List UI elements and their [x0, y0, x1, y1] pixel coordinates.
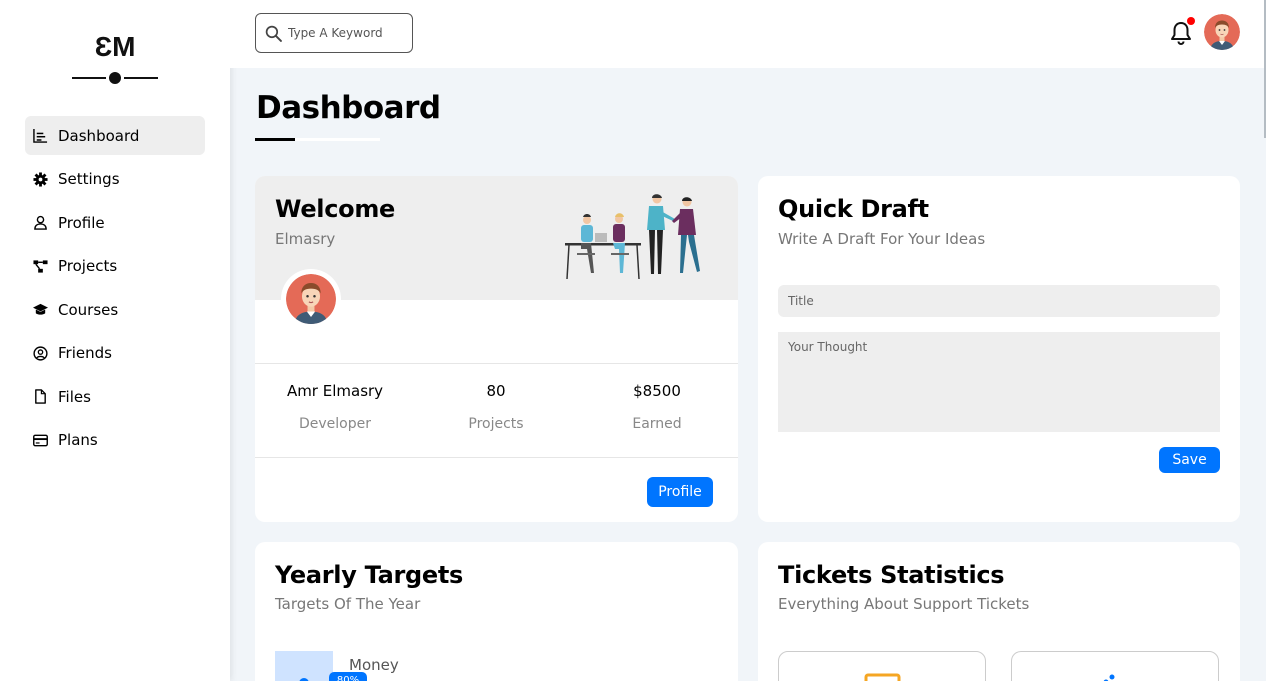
- tickets-subtitle: Everything About Support Tickets: [778, 595, 1030, 613]
- sidebar-item-plans[interactable]: Plans: [25, 421, 205, 460]
- sidebar-item-courses[interactable]: Courses: [25, 290, 205, 329]
- sidebar-item-label: Dashboard: [58, 126, 140, 145]
- file-icon: [32, 389, 48, 405]
- tickets-statistics-card: Tickets Statistics Everything About Supp…: [758, 542, 1240, 681]
- search-icon: [265, 25, 282, 42]
- user-avatar[interactable]: [1204, 14, 1240, 50]
- user-icon: [32, 215, 48, 231]
- welcome-subtitle: Elmasry: [275, 230, 336, 248]
- sidebar-item-label: Projects: [58, 257, 118, 275]
- notification-dot: [1187, 17, 1195, 25]
- spinner-icon: [1103, 674, 1115, 681]
- divider: [255, 363, 738, 364]
- sidebar-item-label: Friends: [58, 344, 112, 362]
- yearly-targets-title: Yearly Targets: [275, 561, 464, 589]
- sidebar-item-settings[interactable]: Settings: [25, 160, 205, 199]
- team-illustration: [565, 194, 700, 280]
- sidebar-item-profile[interactable]: Profile: [25, 203, 205, 242]
- divider: [255, 457, 738, 458]
- sidebar-item-label: Plans: [58, 431, 98, 449]
- svg-text:ƐM: ƐM: [95, 31, 136, 62]
- stat-value: Amr Elmasry: [286, 382, 384, 400]
- chart-icon: [32, 128, 48, 144]
- sidebar-nav: Dashboard Settings Profile Projects Cour…: [25, 116, 205, 464]
- sidebar: ƐM Dashboard Settings Profile Projects C…: [0, 0, 230, 681]
- quick-draft-card: Quick Draft Write A Draft For Your Ideas…: [758, 176, 1240, 522]
- draft-title-input[interactable]: [778, 285, 1220, 317]
- save-button[interactable]: Save: [1159, 447, 1220, 473]
- money-icon-box: [275, 651, 333, 681]
- user-circle-icon: [32, 345, 48, 361]
- sidebar-item-friends[interactable]: Friends: [25, 334, 205, 373]
- sidebar-item-projects[interactable]: Projects: [25, 247, 205, 286]
- stat-value: $8500: [633, 382, 681, 400]
- ticket-stat-box: [778, 651, 986, 681]
- draft-thought-textarea[interactable]: [778, 332, 1220, 432]
- tickets-title: Tickets Statistics: [778, 561, 1005, 589]
- profile-button[interactable]: Profile: [647, 477, 713, 507]
- welcome-avatar[interactable]: [281, 269, 341, 329]
- sidebar-item-dashboard[interactable]: Dashboard: [25, 116, 205, 155]
- quick-draft-subtitle: Write A Draft For Your Ideas: [778, 230, 986, 248]
- stat-name: Amr Elmasry Developer: [255, 382, 415, 432]
- page-title: Dashboard: [256, 90, 441, 126]
- welcome-card: Welcome Elmasry Amr Elmasry Developer 80…: [255, 176, 738, 522]
- stat-label: Projects: [468, 416, 524, 432]
- stat-label: Developer: [298, 416, 371, 432]
- sidebar-item-label: Settings: [58, 170, 120, 188]
- ticket-stat-box: [1011, 651, 1219, 681]
- stat-value: 80: [486, 382, 506, 400]
- sidebar-item-label: Files: [58, 387, 91, 406]
- search-input[interactable]: [288, 26, 398, 40]
- yearly-targets-card: Yearly Targets Targets Of The Year 80% M…: [255, 542, 738, 681]
- quick-draft-title: Quick Draft: [778, 195, 929, 223]
- stat-label: Earned: [632, 416, 682, 432]
- stat-earned: $8500 Earned: [577, 382, 737, 432]
- brand-logo[interactable]: ƐM: [72, 30, 158, 88]
- gear-icon: [32, 171, 48, 187]
- ticket-icon: [864, 673, 901, 681]
- sidebar-item-files[interactable]: Files: [25, 377, 205, 416]
- diagram-icon: [32, 258, 48, 274]
- sidebar-item-label: Profile: [58, 213, 105, 232]
- title-underline-accent: [255, 138, 295, 141]
- target-label: Money: [349, 656, 399, 674]
- welcome-title: Welcome: [275, 195, 396, 223]
- sidebar-item-label: Courses: [58, 300, 119, 319]
- yearly-targets-subtitle: Targets Of The Year: [275, 595, 421, 613]
- dollar-icon: [299, 678, 309, 681]
- credit-card-icon: [32, 432, 48, 448]
- stat-projects: 80 Projects: [416, 382, 576, 432]
- top-header: [230, 0, 1266, 68]
- graduation-cap-icon: [32, 302, 48, 318]
- search-box[interactable]: [255, 13, 413, 53]
